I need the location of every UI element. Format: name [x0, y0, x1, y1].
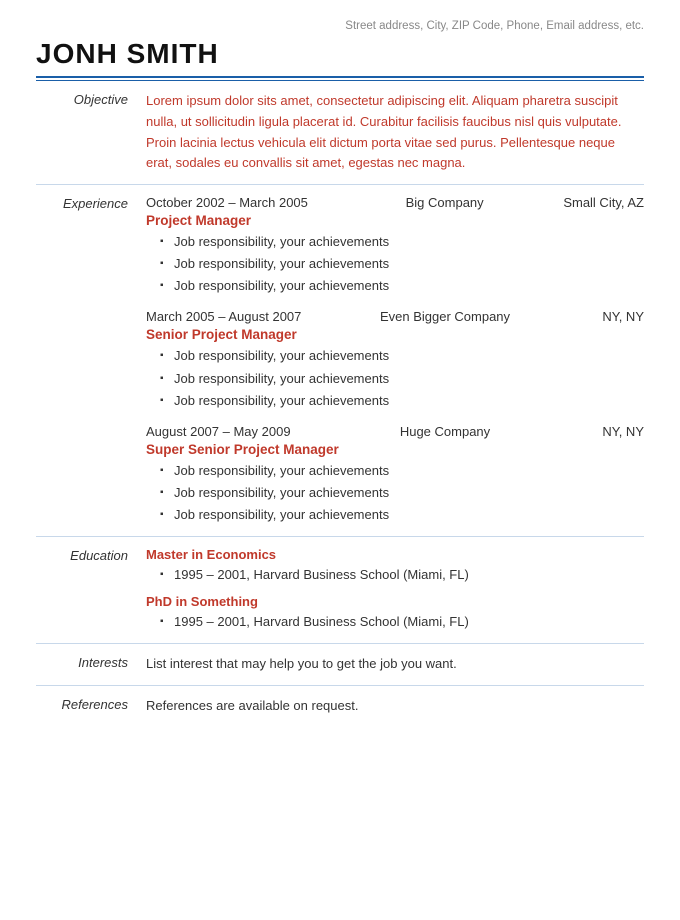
exp-title-3: Super Senior Project Manager [146, 442, 644, 457]
divider-top [36, 76, 644, 78]
education-section: Education Master in Economics 1995 – 200… [36, 537, 644, 644]
exp-meta-3: August 2007 – May 2009 Huge Company NY, … [146, 424, 644, 439]
exp-company-2: Even Bigger Company [370, 309, 520, 324]
exp-date-3: August 2007 – May 2009 [146, 424, 326, 439]
references-content: References are available on request. [146, 696, 644, 717]
edu-detail-1: 1995 – 2001, Harvard Business School (Mi… [146, 564, 644, 586]
experience-entry-2: March 2005 – August 2007 Even Bigger Com… [146, 309, 644, 411]
education-content: Master in Economics 1995 – 2001, Harvard… [146, 547, 644, 633]
bullet: Job responsibility, your achievements [160, 231, 644, 253]
exp-date-2: March 2005 – August 2007 [146, 309, 326, 324]
address-line: Street address, City, ZIP Code, Phone, E… [36, 20, 644, 32]
bullet: Job responsibility, your achievements [160, 482, 644, 504]
objective-content: Lorem ipsum dolor sits amet, consectetur… [146, 91, 644, 174]
interests-label: Interests [36, 654, 146, 670]
experience-section: Experience October 2002 – March 2005 Big… [36, 185, 644, 537]
exp-location-1: Small City, AZ [563, 195, 644, 210]
exp-meta-1: October 2002 – March 2005 Big Company Sm… [146, 195, 644, 210]
references-label: References [36, 696, 146, 712]
exp-date-1: October 2002 – March 2005 [146, 195, 326, 210]
bullet: Job responsibility, your achievements [160, 275, 644, 297]
references-text: References are available on request. [146, 696, 644, 717]
exp-meta-2: March 2005 – August 2007 Even Bigger Com… [146, 309, 644, 324]
education-label: Education [36, 547, 146, 563]
edu-degree-1: Master in Economics [146, 547, 644, 562]
interests-content: List interest that may help you to get t… [146, 654, 644, 675]
exp-location-3: NY, NY [564, 424, 644, 439]
experience-label: Experience [36, 195, 146, 211]
bullet: Job responsibility, your achievements [160, 390, 644, 412]
exp-company-1: Big Company [370, 195, 520, 210]
bullet: Job responsibility, your achievements [160, 460, 644, 482]
edu-detail-item: 1995 – 2001, Harvard Business School (Mi… [160, 611, 644, 633]
edu-degree-2: PhD in Something [146, 594, 644, 609]
bullet: Job responsibility, your achievements [160, 504, 644, 526]
bullet: Job responsibility, your achievements [160, 368, 644, 390]
objective-section: Objective Lorem ipsum dolor sits amet, c… [36, 81, 644, 185]
edu-detail-item: 1995 – 2001, Harvard Business School (Mi… [160, 564, 644, 586]
exp-bullets-1: Job responsibility, your achievements Jo… [146, 231, 644, 297]
objective-label: Objective [36, 91, 146, 107]
exp-title-1: Project Manager [146, 213, 644, 228]
exp-bullets-2: Job responsibility, your achievements Jo… [146, 345, 644, 411]
objective-text: Lorem ipsum dolor sits amet, consectetur… [146, 91, 644, 174]
edu-detail-2: 1995 – 2001, Harvard Business School (Mi… [146, 611, 644, 633]
exp-title-2: Senior Project Manager [146, 327, 644, 342]
experience-content: October 2002 – March 2005 Big Company Sm… [146, 195, 644, 526]
interests-text: List interest that may help you to get t… [146, 654, 644, 675]
experience-entry-3: August 2007 – May 2009 Huge Company NY, … [146, 424, 644, 526]
exp-location-2: NY, NY [564, 309, 644, 324]
exp-bullets-3: Job responsibility, your achievements Jo… [146, 460, 644, 526]
interests-section: Interests List interest that may help yo… [36, 644, 644, 686]
bullet: Job responsibility, your achievements [160, 253, 644, 275]
resume-name: JONH SMITH [36, 38, 644, 70]
resume-page: Street address, City, ZIP Code, Phone, E… [0, 0, 680, 920]
exp-company-3: Huge Company [370, 424, 520, 439]
experience-entry-1: October 2002 – March 2005 Big Company Sm… [146, 195, 644, 297]
references-section: References References are available on r… [36, 686, 644, 727]
bullet: Job responsibility, your achievements [160, 345, 644, 367]
